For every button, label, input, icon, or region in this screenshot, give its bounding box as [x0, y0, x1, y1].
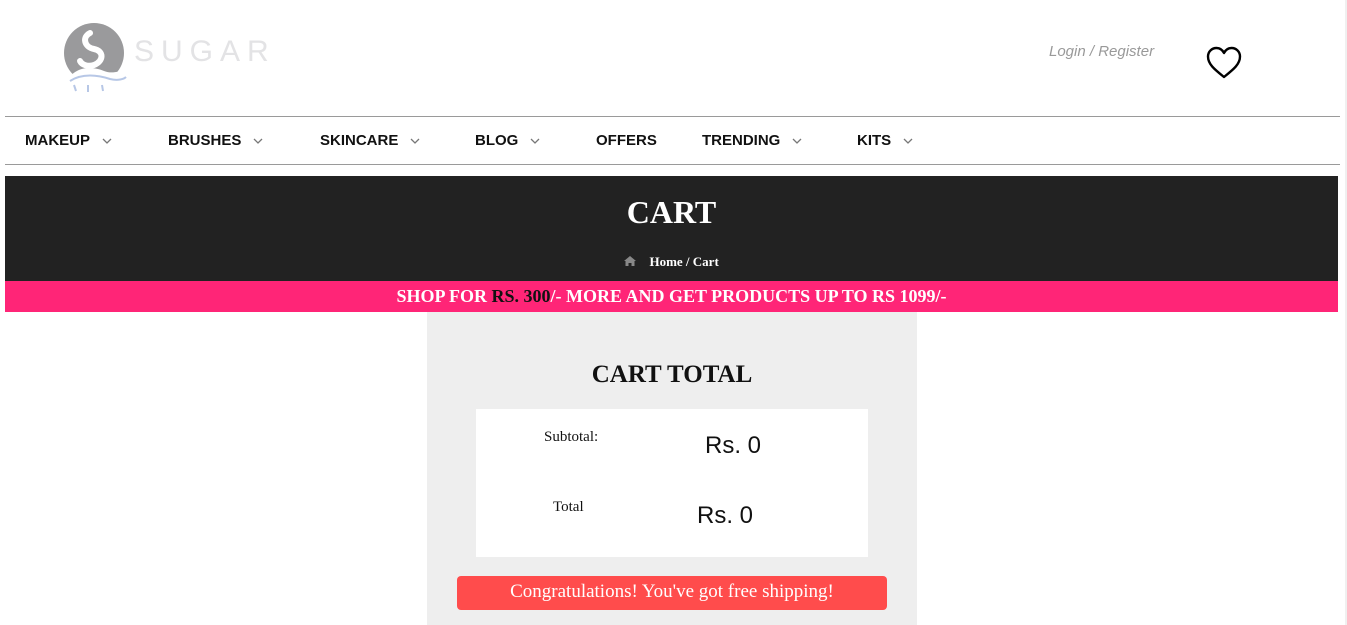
- nav-item-label: MAKEUP: [25, 132, 91, 149]
- total-value: Rs. 0: [697, 502, 754, 529]
- chevron-down-icon: [102, 138, 112, 144]
- breadcrumb-current: Cart: [692, 254, 719, 269]
- chevron-down-icon: [253, 138, 263, 144]
- cart-total-panel: CART TOTAL Subtotal: Rs. 0 Total Rs. 0 C…: [427, 312, 917, 625]
- chevron-down-icon: [792, 138, 802, 144]
- nav-item-label: BLOG: [475, 132, 519, 149]
- page-banner: CART Home / Cart: [5, 176, 1338, 281]
- site-header: SUGAR Login / Register: [0, 0, 1347, 116]
- promo-suffix: /- MORE AND GET PRODUCTS UP TO RS 1099/-: [550, 286, 947, 306]
- nav-item-label: OFFERS: [596, 132, 657, 149]
- breadcrumb-home-link[interactable]: Home: [649, 254, 682, 269]
- sugar-logo-icon: [64, 23, 127, 92]
- site-logo[interactable]: SUGAR: [64, 20, 276, 94]
- nav-item-label: BRUSHES: [168, 132, 242, 149]
- nav-item-trending[interactable]: TRENDING: [702, 117, 802, 164]
- cart-total-heading: CART TOTAL: [591, 361, 753, 388]
- chevron-down-icon: [410, 138, 420, 144]
- promo-amount: RS. 300: [491, 286, 551, 306]
- home-icon: [624, 256, 637, 266]
- promo-strip: SHOP FOR RS. 300/- MORE AND GET PRODUCTS…: [5, 281, 1338, 312]
- subtotal-value: Rs. 0: [705, 432, 762, 459]
- chevron-down-icon: [903, 138, 913, 144]
- breadcrumb-separator: /: [682, 254, 693, 269]
- nav-item-makeup[interactable]: MAKEUP: [25, 117, 112, 164]
- chevron-down-icon: [530, 138, 540, 144]
- nav-item-brushes[interactable]: BRUSHES: [168, 117, 263, 164]
- nav-item-blog[interactable]: BLOG: [475, 117, 540, 164]
- total-label: Total: [553, 499, 584, 515]
- nav-item-skincare[interactable]: SKINCARE: [320, 117, 420, 164]
- login-register-link[interactable]: Login / Register: [1049, 43, 1154, 60]
- nav-item-offers[interactable]: OFFERS: [596, 117, 657, 164]
- heart-outline-icon[interactable]: [1206, 46, 1242, 80]
- breadcrumb: Home / Cart: [5, 254, 1338, 270]
- page-title: CART: [626, 194, 717, 230]
- logo-wordmark: SUGAR: [134, 35, 276, 68]
- totals-table: Subtotal: Rs. 0 Total Rs. 0: [476, 409, 868, 557]
- nav-item-kits[interactable]: KITS: [857, 117, 913, 164]
- nav-item-label: SKINCARE: [320, 132, 399, 149]
- promo-prefix: SHOP FOR: [396, 286, 492, 306]
- nav-item-label: KITS: [857, 132, 892, 149]
- subtotal-label: Subtotal:: [544, 429, 599, 445]
- free-shipping-notice: Congratulations! You've got free shippin…: [457, 576, 887, 610]
- main-navigation: MAKEUP BRUSHES SKINCARE BLOG OFFERS TREN…: [5, 116, 1340, 165]
- nav-item-label: TRENDING: [702, 132, 781, 149]
